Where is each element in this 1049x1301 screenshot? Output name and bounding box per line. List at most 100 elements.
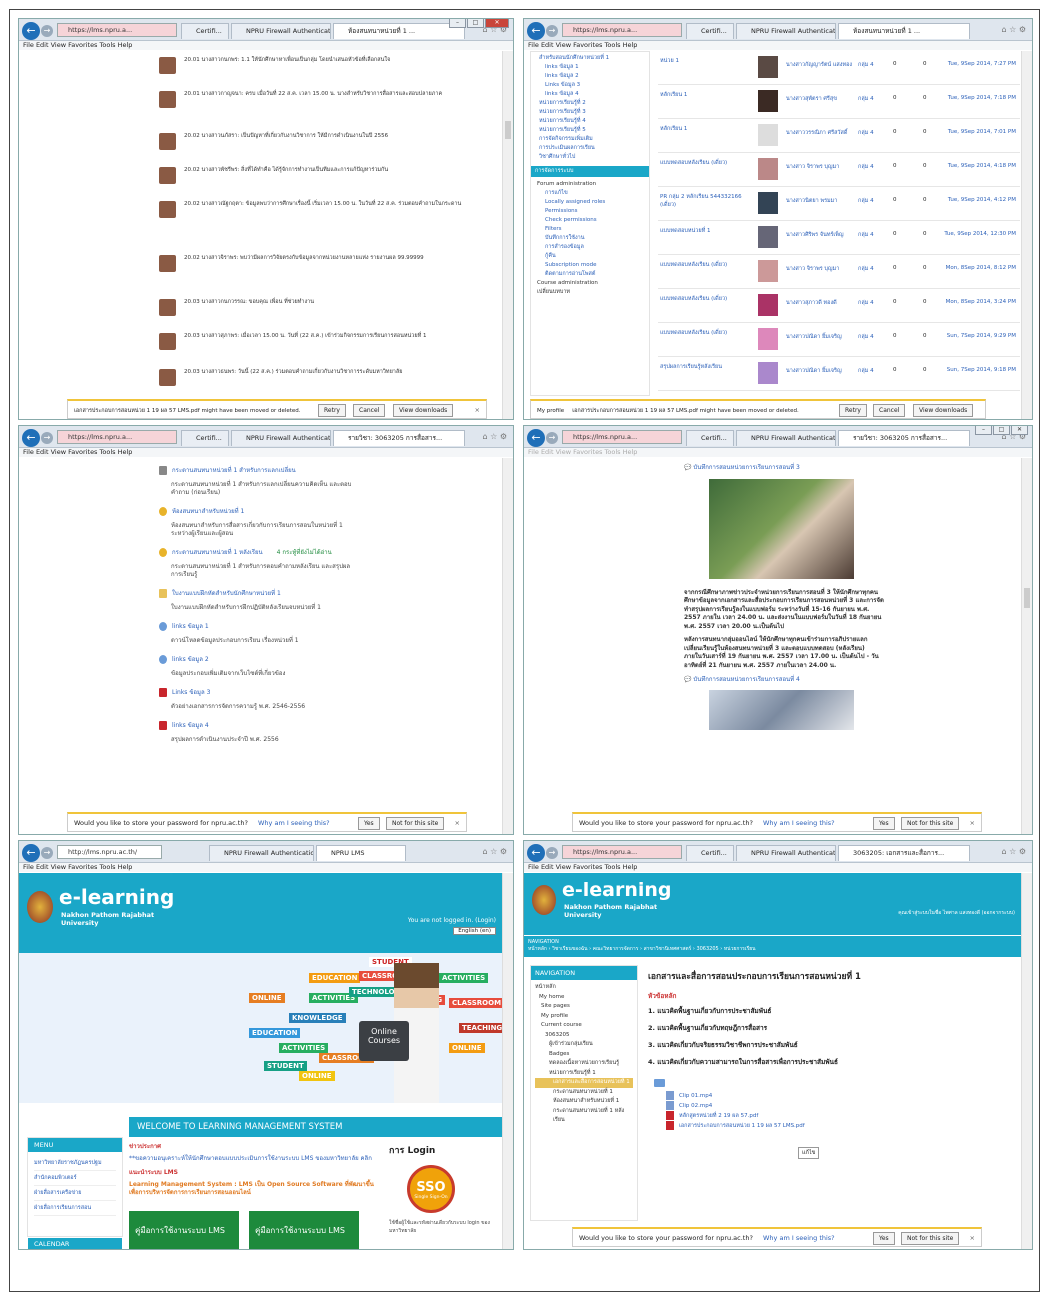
nav-item[interactable]: กระดานสนทนาหน่วยที่ 1 หลังเรียน <box>535 1107 633 1126</box>
tab-firewall[interactable]: NPRU Firewall Authentication ... <box>209 845 314 861</box>
home-star-gear-icons[interactable]: ⌂ ☆ ⚙ <box>1001 25 1026 34</box>
tab-firewall[interactable]: NPRU Firewall Authentication ... <box>231 430 331 446</box>
nav-item[interactable]: ทดลองเนื้อหาหน่วยการเรียนรู้ <box>535 1059 633 1069</box>
activity-title[interactable]: links ข้อมูล 4 <box>159 721 353 730</box>
yes-button[interactable]: Yes <box>873 817 895 830</box>
nav-item[interactable]: My home <box>535 993 633 1003</box>
manual-button-2[interactable]: คู่มือการใช้งานระบบ LMS <box>249 1211 359 1249</box>
topic-cell[interactable]: หน่วย 1 <box>660 57 750 65</box>
close-bar-icon[interactable]: × <box>475 401 480 419</box>
topic-cell[interactable]: แบบทดสอบหลังเรียน (เดี่ยว) <box>660 329 750 337</box>
tab-forum[interactable]: ห้องสนทนาหน่วยที่ 1 ... <box>838 23 970 39</box>
my-profile-label[interactable]: My profile <box>537 408 564 414</box>
back-icon[interactable]: ← <box>527 429 545 447</box>
admin-item[interactable]: เปลี่ยนบทบาท <box>535 288 645 297</box>
course-activity[interactable]: links ข้อมูล 1 ดาวน์โหลดข้อมูลประกอบการเร… <box>159 622 353 645</box>
tree-item[interactable]: หน่วยการเรียนรู้ที่ 5 <box>535 126 645 135</box>
forward-icon[interactable]: → <box>546 432 558 444</box>
tab-lms[interactable]: NPRU LMS <box>316 845 406 861</box>
address-bar[interactable]: https://lms.npru.a... <box>57 430 177 444</box>
tree-item[interactable]: links ข้อมูล 2 <box>535 72 645 81</box>
vertical-scrollbar[interactable] <box>502 458 513 834</box>
forward-icon[interactable]: → <box>546 25 558 37</box>
last-post-cell[interactable]: Tue, 9Sep 2014, 4:12 PM <box>948 197 1016 203</box>
close-icon[interactable]: ✕ <box>1011 426 1028 435</box>
course-activity[interactable]: links ข้อมูล 2 ข้อมูลประกอบเพิ่มเติมจากเว… <box>159 655 353 678</box>
course-activity[interactable]: Links ข้อมูล 3 ตัวอย่างเอกสารการจัดการควา… <box>159 688 353 711</box>
last-post-cell[interactable]: Sun, 7Sep 2014, 9:18 PM <box>947 367 1016 373</box>
forward-icon[interactable]: → <box>546 847 558 859</box>
address-bar[interactable]: https://lms.npru.a... <box>562 23 682 37</box>
last-post-cell[interactable]: Tue, 9Sep 2014, 12:30 PM <box>944 231 1016 237</box>
nav-item[interactable]: กระดานสนทนาหน่วยที่ 1 <box>535 1088 633 1098</box>
cancel-button[interactable]: Cancel <box>353 404 386 417</box>
author-cell[interactable]: นางสาว จิราพร บุญมา <box>786 163 856 171</box>
back-icon[interactable]: ← <box>22 22 40 40</box>
login-status[interactable]: You are not logged in. (Login) <box>408 917 496 924</box>
nav-item[interactable]: 3063205 <box>535 1031 633 1041</box>
table-row[interactable]: หลักเรียน 1 นางสาวสุพัตรา ศรีสุข กลุ่ม 4 0 0… <box>658 85 1020 119</box>
forward-icon[interactable]: → <box>41 847 53 859</box>
vertical-scrollbar[interactable] <box>1021 873 1032 1249</box>
menu-bar[interactable]: File Edit View Favorites Tools Help <box>524 41 1032 50</box>
why-link[interactable]: Why am I seeing this? <box>763 1234 835 1242</box>
yes-button[interactable]: Yes <box>873 1232 895 1245</box>
view-downloads-button[interactable]: View downloads <box>393 404 454 417</box>
address-bar[interactable]: https://lms.npru.a... <box>562 430 682 444</box>
tab-firewall[interactable]: NPRU Firewall Authentication ... <box>736 845 836 861</box>
table-row[interactable]: แบบทดสอบหน่วยที่ 1 นางสาวศิริพร จันทร์เพ็… <box>658 221 1020 255</box>
vertical-scrollbar[interactable] <box>502 51 513 419</box>
menu-item[interactable]: มหาวิทยาลัยราชภัฏนครปฐม <box>34 1156 116 1171</box>
address-bar[interactable]: https://lms.npru.a... <box>57 23 177 37</box>
author-cell[interactable]: นางสาวศิริพร จันทร์เพ็ญ <box>786 231 856 239</box>
retry-button[interactable]: Retry <box>318 404 346 417</box>
table-row[interactable]: PR กลุ่ม 2 หลักเรียน 544332166 (เดี่ยว) น… <box>658 187 1020 221</box>
home-star-gear-icons[interactable]: ⌂ ☆ ⚙ <box>1001 847 1026 856</box>
forward-icon[interactable]: → <box>41 25 53 37</box>
activity-title[interactable]: กระดานสนทนาหน่วยที่ 1 หลังเรียน 4 กระทู้ท… <box>159 548 353 557</box>
author-cell[interactable]: นางสาวสุพัตรา ศรีสุข <box>786 95 856 103</box>
table-row[interactable]: แบบทดสอบหลังเรียน (เดี่ยว) นางสาว จิราพร … <box>658 255 1020 289</box>
back-icon[interactable]: ← <box>22 429 40 447</box>
back-icon[interactable]: ← <box>527 22 545 40</box>
tree-item[interactable]: หน่วยการเรียนรู้ที่ 3 <box>535 108 645 117</box>
last-post-cell[interactable]: Tue, 9Sep 2014, 4:18 PM <box>948 163 1016 169</box>
table-row[interactable]: สรุปผลการเรียนรู้หลังเรียน นางสาวปณิดา ยิ… <box>658 357 1020 391</box>
last-post-cell[interactable]: Mon, 8Sep 2014, 8:12 PM <box>946 265 1016 271</box>
topic-cell[interactable]: PR กลุ่ม 2 หลักเรียน 544332166 (เดี่ยว) <box>660 193 750 209</box>
window-controls[interactable]: – □ ✕ <box>448 19 509 28</box>
breadcrumb[interactable]: หน้าหลัก › วิชาเรียนของฉัน › คณะวิทยาการ… <box>528 945 1017 953</box>
cancel-button[interactable]: Cancel <box>873 404 906 417</box>
admin-item[interactable]: ติดตามการอ่านโพสต์ <box>535 270 645 279</box>
address-bar[interactable]: https://lms.npru.a... <box>562 845 682 859</box>
admin-item[interactable]: กู้คืน <box>535 252 645 261</box>
activity-title[interactable]: links ข้อมูล 2 <box>159 655 353 664</box>
nav-item[interactable]: หน่วยการเรียนรู้ที่ 1 <box>535 1069 633 1079</box>
tab-certificate[interactable]: Certifi... <box>686 845 734 861</box>
tab-course[interactable]: รายวิชา: 3063205 การสื่อสาร... <box>838 430 970 446</box>
minimize-icon[interactable]: – <box>975 426 992 435</box>
menu-bar[interactable]: File Edit View Favorites Tools Help <box>19 448 513 457</box>
vertical-scrollbar[interactable] <box>502 873 513 1249</box>
tree-item[interactable]: Links ข้อมูล 3 <box>535 81 645 90</box>
menu-item[interactable]: ฝ่ายสื่อสารเครือข่าย <box>34 1186 116 1201</box>
retry-button[interactable]: Retry <box>839 404 867 417</box>
menu-bar[interactable]: File Edit View Favorites Tools Help <box>19 41 513 50</box>
nav-item[interactable]: เอกสารและสื่อการสอนหน่วยที่ 1 <box>535 1078 633 1088</box>
course-activity[interactable]: ใบงานแบบฝึกหัดสำหรับนักศึกษาหน่วยที่ 1 ใบ… <box>159 589 353 612</box>
activity-title[interactable]: ห้องสนทนาสำหรับหน่วยที่ 1 <box>159 507 353 516</box>
unread-badge[interactable]: 4 กระทู้ที่ยังไม่ได้อ่าน <box>277 549 332 556</box>
topic-cell[interactable]: หลักเรียน 1 <box>660 91 750 99</box>
tab-certificate[interactable]: Certifi... <box>181 430 229 446</box>
tab-firewall[interactable]: NPRU Firewall Authentication ... <box>736 23 836 39</box>
topic-cell[interactable]: แบบทดสอบหลังเรียน (เดี่ยว) <box>660 159 750 167</box>
forward-icon[interactable]: → <box>41 432 53 444</box>
admin-item[interactable]: Filters <box>535 225 645 234</box>
not-for-site-button[interactable]: Not for this site <box>901 1232 960 1245</box>
view-downloads-button[interactable]: View downloads <box>913 404 974 417</box>
tab-course[interactable]: รายวิชา: 3063205 การสื่อสาร... <box>333 430 465 446</box>
file-item[interactable]: Clip 01.mp4 <box>666 1091 1008 1101</box>
menu-bar[interactable]: File Edit View Favorites Tools Help <box>524 863 1032 872</box>
tree-item[interactable]: สำหรับสอนนักศึกษาหน่วยที่ 1 <box>535 54 645 63</box>
not-for-site-button[interactable]: Not for this site <box>386 817 445 830</box>
